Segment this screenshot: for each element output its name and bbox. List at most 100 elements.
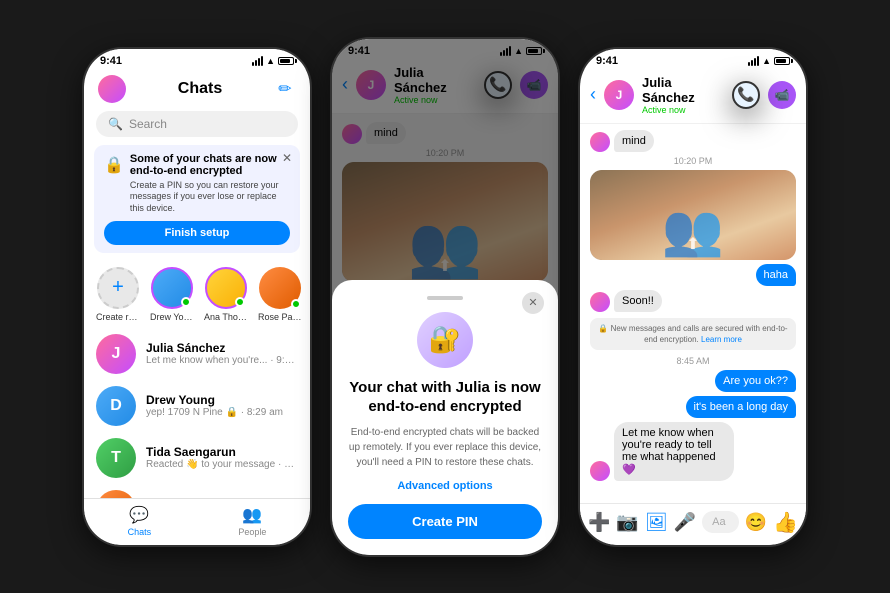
bubble-long-day: it's been a long day (686, 396, 796, 418)
bubble-tell-me: Let me know when you're ready to tell me… (614, 422, 734, 481)
msg-avatar-julia-3 (590, 132, 610, 152)
create-pin-button-2[interactable]: Create PIN (348, 504, 542, 539)
compose-button[interactable]: ✏ (274, 78, 296, 100)
msg-mind-3: mind (590, 130, 796, 152)
msg-haha: haha (590, 264, 796, 286)
status-icons-1: ▲ (252, 56, 294, 66)
input-bar-3: ➕ 📷 🖼 🎤 Aa 😊 👍 (580, 503, 806, 545)
chat-item-drew[interactable]: D Drew Young yep! 1709 N Pine 🔒 · 8:29 a… (84, 380, 310, 432)
story-avatar-ana (205, 267, 247, 309)
banner-close-button[interactable]: ✕ (282, 151, 292, 165)
chat-preview-julia: Let me know when you're... · 9:41 am (146, 355, 298, 366)
chats-nav-icon: 💬 (129, 505, 149, 525)
phone-1-screen: 9:41 ▲ Chats ✏ 🔍 Search (84, 49, 310, 545)
signal-icon-3 (748, 56, 759, 66)
learn-more-link[interactable]: Learn more (701, 335, 742, 344)
contact-name-3: Julia Sánchez (642, 75, 724, 105)
chats-title: Chats (178, 80, 222, 98)
voice-call-button-3[interactable]: 📞 (732, 81, 760, 109)
phone-2-screen: 9:41 ▲ ‹ J Julia Sánchez Active now (332, 39, 558, 555)
battery-icon-3 (774, 57, 790, 65)
message-input-3[interactable]: Aa (702, 511, 739, 533)
camera-icon[interactable]: 📷 (616, 512, 638, 533)
chat-name-tida: Tida Saengarun (146, 445, 298, 459)
input-placeholder-3: Aa (712, 516, 725, 528)
battery-icon (278, 57, 294, 65)
encryption-notice-3: 🔒 New messages and calls are secured wit… (590, 318, 796, 350)
story-label-3: Rose Padilla (258, 312, 302, 322)
modal-title-2: Your chat with Julia is now end-to-end e… (348, 378, 542, 417)
call-icons-3: 📞 📹 (732, 81, 796, 109)
modal-lock-icon: 🔐 (417, 312, 473, 368)
chat-info-tida: Tida Saengarun Reacted 👋 to your message… (146, 445, 298, 470)
people-nav-icon: 👥 (242, 505, 262, 525)
share-icon-3[interactable]: ⬆ (686, 234, 699, 254)
nav-chats-label: Chats (128, 527, 152, 537)
search-bar[interactable]: 🔍 Search (96, 111, 298, 137)
add-attachment-icon[interactable]: ➕ (588, 512, 610, 533)
video-call-button-3[interactable]: 📹 (768, 81, 796, 109)
timestamp-3b: 8:45 AM (590, 356, 796, 366)
banner-title: Some of your chats are now end-to-end en… (130, 153, 290, 177)
msg-tell-me: Let me know when you're ready to tell me… (590, 422, 796, 481)
phone-3-screen: 9:41 ▲ ‹ J Julia Sánchez Active now (580, 49, 806, 545)
contact-avatar-3: J (604, 80, 634, 110)
nav-people[interactable]: 👥 People (238, 505, 266, 537)
emoji-icon[interactable]: 😊 (745, 512, 767, 533)
story-label-2: Ana Thomas (204, 312, 248, 322)
messages-area-3: mind 10:20 PM 👥 ⬆ haha Soon!! 🔒 N (580, 124, 806, 530)
modal-sheet-2: ✕ 🔐 Your chat with Julia is now end-to-e… (332, 280, 558, 555)
online-dot-rose (291, 299, 301, 309)
finish-setup-button[interactable]: Finish setup (104, 221, 290, 245)
modal-close-button-2[interactable]: ✕ (522, 292, 544, 314)
bubble-haha: haha (756, 264, 796, 286)
drag-handle-2 (427, 296, 463, 300)
contact-info-3: Julia Sánchez Active now (642, 75, 724, 115)
story-create-room[interactable]: + Create room (96, 267, 140, 322)
chat-name-julia: Julia Sánchez (146, 341, 298, 355)
msg-soon: Soon!! (590, 290, 796, 312)
online-dot-drew (181, 297, 191, 307)
chat-avatar-tida: T (96, 438, 136, 478)
timestamp-3a: 10:20 PM (590, 156, 796, 166)
modal-overlay-2: ✕ 🔐 Your chat with Julia is now end-to-e… (332, 39, 558, 555)
story-rose[interactable]: Rose Padilla (258, 267, 302, 322)
chats-header: Chats ✏ (84, 69, 310, 111)
story-avatar-rose (259, 267, 301, 309)
search-placeholder: Search (129, 117, 167, 131)
bubble-ok: Are you ok?? (715, 370, 796, 392)
mic-icon[interactable]: 🎤 (674, 512, 696, 533)
status-icons-3: ▲ (748, 56, 790, 66)
modal-advanced-link-2[interactable]: Advanced options (348, 480, 542, 492)
chat-name-drew: Drew Young (146, 393, 298, 407)
chat-item-julia[interactable]: J Julia Sánchez Let me know when you're.… (84, 328, 310, 380)
encryption-banner: 🔒 Some of your chats are now end-to-end … (94, 145, 300, 253)
chat-preview-drew: yep! 1709 N Pine 🔒 · 8:29 am (146, 407, 298, 418)
time-3: 9:41 (596, 55, 618, 67)
chat-info-julia: Julia Sánchez Let me know when you're...… (146, 341, 298, 366)
msg-avatar-julia-3b (590, 292, 610, 312)
chat-item-tida[interactable]: T Tida Saengarun Reacted 👋 to your messa… (84, 432, 310, 484)
phone-3: 9:41 ▲ ‹ J Julia Sánchez Active now (578, 47, 808, 547)
story-avatar-drew (151, 267, 193, 309)
story-drew[interactable]: Drew Young (150, 267, 194, 322)
thumbs-up-button[interactable]: 👍 (773, 510, 798, 535)
wifi-icon-3: ▲ (762, 56, 771, 66)
wifi-icon: ▲ (266, 56, 275, 66)
signal-icon (252, 56, 263, 66)
image-icon[interactable]: 🖼 (645, 512, 668, 533)
bubble-mind-3: mind (614, 130, 654, 152)
msg-long-day: it's been a long day (590, 396, 796, 418)
status-bar-3: 9:41 ▲ (580, 49, 806, 69)
create-room-icon: + (97, 267, 139, 309)
user-avatar[interactable] (98, 75, 126, 103)
chat-avatar-julia: J (96, 334, 136, 374)
modal-desc-2: End-to-end encrypted chats will be backe… (348, 425, 542, 470)
msg-ok: Are you ok?? (590, 370, 796, 392)
chat-info-drew: Drew Young yep! 1709 N Pine 🔒 · 8:29 am (146, 393, 298, 418)
nav-chats[interactable]: 💬 Chats (128, 505, 152, 537)
back-button-3[interactable]: ‹ (590, 84, 596, 105)
story-ana[interactable]: Ana Thomas (204, 267, 248, 322)
bubble-soon: Soon!! (614, 290, 662, 312)
time-1: 9:41 (100, 55, 122, 67)
